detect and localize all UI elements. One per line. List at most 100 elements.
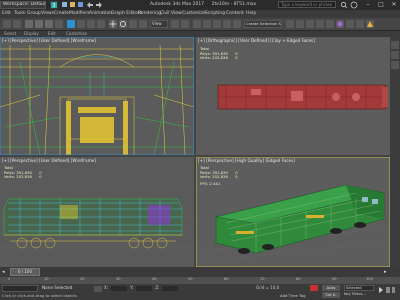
render-setup-icon[interactable] xyxy=(346,20,354,28)
z-coordinate-field[interactable] xyxy=(162,285,179,291)
minimize-button[interactable]: – xyxy=(362,1,374,9)
mirror-icon[interactable] xyxy=(286,20,294,28)
play-icon[interactable] xyxy=(379,287,383,293)
wireframe-cabin-interior xyxy=(0,37,194,155)
stats-verts-label: Verts: xyxy=(200,55,211,61)
menu-scripting[interactable]: Scripting xyxy=(205,11,225,16)
save-file-icon[interactable] xyxy=(78,2,83,7)
select-manipulate-icon[interactable] xyxy=(181,20,189,28)
undo-icon[interactable] xyxy=(87,2,93,8)
curve-editor-icon[interactable] xyxy=(316,20,324,28)
viewport-label[interactable]: [+] [Perspective] [High Quality] [Edged … xyxy=(198,158,295,163)
align-icon[interactable] xyxy=(296,20,304,28)
menu-tools[interactable]: Tools xyxy=(14,11,25,16)
menu-help[interactable]: Help xyxy=(246,11,256,16)
scene-statistics: Total Polys: 391,630 0 Verts: 202,836 0 xyxy=(200,46,238,61)
reference-coordinate-dropdown[interactable]: View xyxy=(150,20,168,28)
viewport-bottom-left[interactable]: [+] [Perspective] [User Defined] [Wirefr… xyxy=(0,157,194,267)
app-name: Autodesk 3ds Max 2017 xyxy=(150,2,205,7)
stats-verts-label: Verts: xyxy=(4,174,15,180)
snaps-toggle-icon[interactable] xyxy=(203,20,211,28)
go-to-end-icon[interactable] xyxy=(392,287,395,293)
stats-fps-label: FPS: xyxy=(200,180,209,186)
undo-tool-icon[interactable] xyxy=(3,20,11,28)
viewport-top-right[interactable]: [+] [Orthographic] [User Defined] [Clay … xyxy=(196,37,390,155)
render-production-icon[interactable] xyxy=(366,20,374,28)
open-file-icon[interactable] xyxy=(70,2,75,7)
viewport-label[interactable]: [+] [Perspective] [User Defined] [Wirefr… xyxy=(2,38,96,43)
maxscript-listener[interactable] xyxy=(2,285,38,292)
rotate-icon[interactable] xyxy=(119,20,127,28)
time-slider-left-arrow[interactable]: ◂ xyxy=(2,268,8,276)
x-coordinate-field[interactable] xyxy=(111,285,128,291)
sub-customize[interactable]: Customize xyxy=(66,31,87,36)
menu-group[interactable]: Group xyxy=(27,11,41,16)
menu-rendering[interactable]: Rendering xyxy=(138,11,161,16)
auto-key-button[interactable]: Auto xyxy=(322,285,340,291)
menu-create[interactable]: Create xyxy=(54,11,69,16)
menu-edit[interactable]: Edit xyxy=(2,11,11,16)
create-panel-icon[interactable] xyxy=(391,41,399,49)
keyboard-shortcut-icon[interactable] xyxy=(193,20,201,28)
time-slider-right-arrow[interactable]: ▸ xyxy=(384,268,390,276)
track-bar[interactable]: 0 10 20 30 40 50 60 70 80 90 100 xyxy=(0,277,400,284)
material-editor-icon[interactable] xyxy=(336,20,344,28)
viewport-bottom-right[interactable]: [+] [Perspective] [High Quality] [Edged … xyxy=(196,157,390,267)
menu-content[interactable]: Content xyxy=(226,11,244,16)
search-input[interactable]: Type a keyword or phrase xyxy=(278,1,336,8)
pivot-center-icon[interactable] xyxy=(171,20,179,28)
next-frame-icon[interactable] xyxy=(386,287,390,293)
modify-panel-icon[interactable] xyxy=(391,51,399,59)
time-slider-thumb[interactable]: 0 / 100 xyxy=(10,268,40,276)
selection-filter-icon[interactable] xyxy=(55,20,63,28)
menu-customize[interactable]: Customize xyxy=(182,11,206,16)
viewport-label[interactable]: [+] [Perspective] [User Defined] [Wirefr… xyxy=(2,158,96,163)
add-time-tag-button[interactable]: Add Time Tag xyxy=(280,293,305,298)
place-icon[interactable] xyxy=(139,20,147,28)
region-select-icon[interactable] xyxy=(87,20,95,28)
menu-modifiers[interactable]: Modifiers xyxy=(69,11,90,16)
link-icon[interactable] xyxy=(25,20,33,28)
new-scene-icon[interactable] xyxy=(62,2,67,7)
hierarchy-panel-icon[interactable] xyxy=(391,61,399,69)
sub-display[interactable]: Display xyxy=(24,31,39,36)
window-crossing-icon[interactable] xyxy=(97,20,105,28)
workspace-dropdown[interactable]: Workspace: Default xyxy=(0,1,46,9)
layer-explorer-icon[interactable] xyxy=(306,20,314,28)
select-by-name-icon[interactable] xyxy=(77,20,85,28)
redo-icon[interactable] xyxy=(96,2,102,8)
unlink-icon[interactable] xyxy=(35,20,43,28)
rendered-frame-window-icon[interactable] xyxy=(356,20,364,28)
help-icon[interactable] xyxy=(350,1,358,9)
key-filters-button[interactable]: Key Filters... xyxy=(344,292,366,296)
sub-select[interactable]: Select xyxy=(4,31,16,36)
close-button[interactable]: ✕ xyxy=(388,1,400,9)
redo-tool-icon[interactable] xyxy=(13,20,21,28)
app-logo-icon[interactable]: 3 xyxy=(50,1,58,9)
y-coordinate-field[interactable] xyxy=(136,285,153,291)
lock-selection-icon[interactable] xyxy=(94,286,102,292)
menu-civil-view[interactable]: Civil View xyxy=(160,11,182,16)
schematic-view-icon[interactable] xyxy=(326,20,334,28)
viewport-label[interactable]: [+] [Orthographic] [User Defined] [Clay … xyxy=(198,38,315,43)
bind-space-warp-icon[interactable] xyxy=(45,20,53,28)
set-key-button[interactable]: Set K. xyxy=(322,292,340,298)
move-icon[interactable] xyxy=(109,20,117,28)
search-icon[interactable] xyxy=(340,1,348,9)
track-tick: 40 xyxy=(152,277,157,281)
prompt-line: Click or click-and-drag to select object… xyxy=(2,293,77,298)
sub-edit[interactable]: Edit xyxy=(48,31,56,36)
angle-snap-icon[interactable] xyxy=(213,20,221,28)
select-object-icon[interactable] xyxy=(67,20,75,28)
menu-animation[interactable]: Animation xyxy=(89,11,112,16)
viewport-top-left[interactable]: [+] [Perspective] [User Defined] [Wirefr… xyxy=(0,37,194,155)
time-slider[interactable]: ◂ 0 / 100 ▸ xyxy=(0,267,400,277)
scale-icon[interactable] xyxy=(129,20,137,28)
spinner-snap-icon[interactable] xyxy=(233,20,241,28)
selected-dropdown[interactable]: Selected xyxy=(344,285,374,291)
percent-snap-icon[interactable] xyxy=(223,20,231,28)
menu-views[interactable]: Views xyxy=(41,11,54,16)
maximize-button[interactable]: □ xyxy=(375,1,387,9)
set-key-mode-icon[interactable] xyxy=(310,285,318,291)
named-selection-sets-dropdown[interactable]: Create Selection Set xyxy=(244,20,282,28)
